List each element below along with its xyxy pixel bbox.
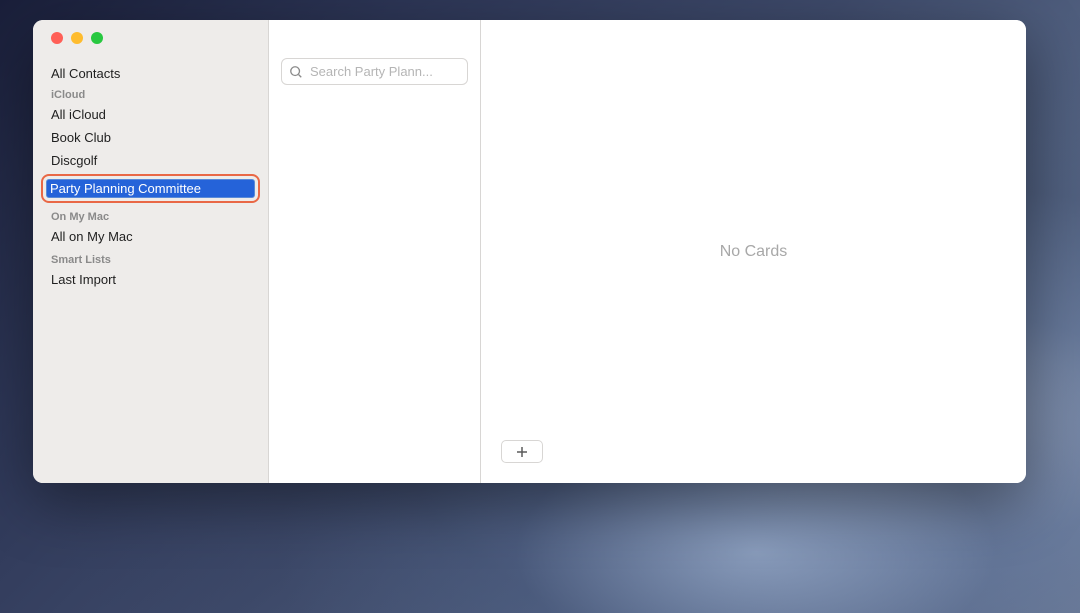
sidebar-item-editing <box>41 174 260 203</box>
sidebar-item-all-contacts[interactable]: All Contacts <box>33 62 268 85</box>
sidebar: All Contacts iCloud All iCloud Book Club… <box>33 20 269 483</box>
sidebar-header-on-my-mac: On My Mac <box>33 205 268 225</box>
plus-icon <box>516 446 528 458</box>
empty-state-message: No Cards <box>720 243 788 261</box>
sidebar-item-all-on-my-mac[interactable]: All on My Mac <box>33 225 268 248</box>
add-contact-button[interactable] <box>501 440 543 463</box>
contacts-window: All Contacts iCloud All iCloud Book Club… <box>33 20 1026 483</box>
list-name-input[interactable] <box>46 179 255 198</box>
search-input[interactable] <box>281 58 468 85</box>
close-window-button[interactable] <box>51 32 63 44</box>
sidebar-item-last-import[interactable]: Last Import <box>33 268 268 291</box>
sidebar-header-smart-lists: Smart Lists <box>33 248 268 268</box>
contact-list-pane <box>269 20 481 483</box>
sidebar-item-book-club[interactable]: Book Club <box>33 126 268 149</box>
search-icon <box>289 65 303 79</box>
window-controls <box>33 32 268 62</box>
maximize-window-button[interactable] <box>91 32 103 44</box>
sidebar-item-discgolf[interactable]: Discgolf <box>33 149 268 172</box>
search-container <box>281 58 468 85</box>
sidebar-item-all-icloud[interactable]: All iCloud <box>33 103 268 126</box>
minimize-window-button[interactable] <box>71 32 83 44</box>
contact-detail-pane: No Cards <box>481 20 1026 483</box>
sidebar-header-icloud: iCloud <box>33 85 268 103</box>
